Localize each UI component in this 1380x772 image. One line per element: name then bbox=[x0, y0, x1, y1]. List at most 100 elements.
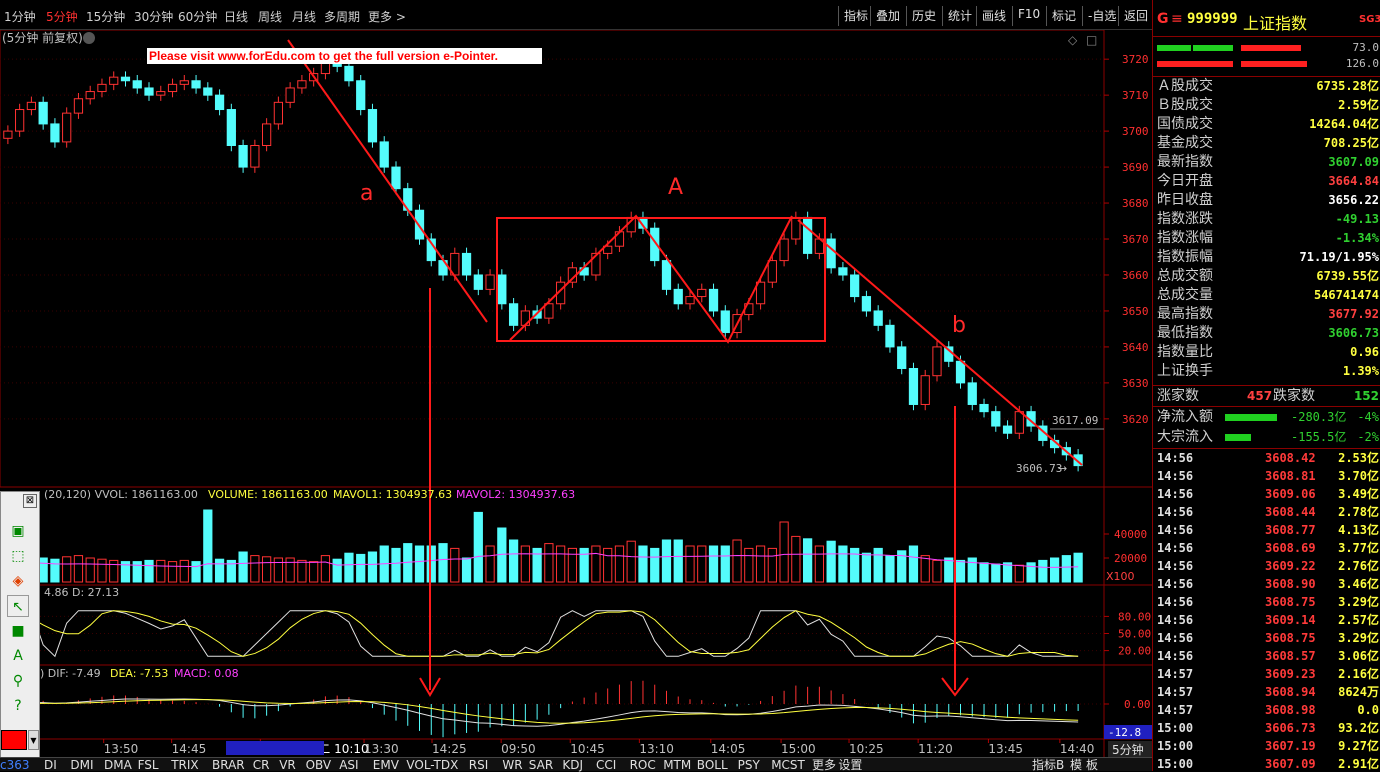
stat-label: 最低指数 bbox=[1157, 325, 1213, 341]
toolbar-button-4[interactable]: 画线 bbox=[976, 6, 1011, 26]
tick-time: 14:56 bbox=[1157, 595, 1194, 609]
indicator-tab-21[interactable]: MCST bbox=[771, 758, 805, 772]
candle-body bbox=[85, 91, 95, 100]
candle-body bbox=[955, 360, 966, 384]
volume-bar bbox=[626, 540, 636, 583]
indicator-tab-4[interactable]: TRIX bbox=[171, 758, 198, 772]
stat-label: 指数涨幅 bbox=[1157, 230, 1213, 246]
indicator-tab-19[interactable]: BOLL bbox=[697, 758, 728, 772]
text-tool-icon[interactable]: A bbox=[7, 645, 29, 667]
toolbar-button-2[interactable]: 历史 bbox=[906, 6, 941, 26]
indicator-tab-2[interactable]: DMA bbox=[104, 758, 132, 772]
indicator-tab-1[interactable]: DMI bbox=[70, 758, 93, 772]
stat-label: 指数涨跌 bbox=[1157, 211, 1213, 227]
volume-bar bbox=[744, 547, 754, 583]
indicator-tab-22[interactable]: 更多 bbox=[812, 758, 836, 772]
panel-expand-icon[interactable]: □ bbox=[1086, 33, 1097, 47]
indicator-tab-14[interactable]: SAR bbox=[529, 758, 553, 772]
palette-close-icon[interactable]: ⊠ bbox=[23, 494, 37, 508]
fill-rect-icon[interactable]: ■ bbox=[7, 620, 29, 642]
volume-bar bbox=[273, 557, 283, 583]
tick-price: 3608.94 bbox=[1265, 685, 1316, 699]
indicator-tab-0[interactable]: DI bbox=[44, 758, 57, 772]
indicator-tab-5[interactable]: BRAR bbox=[212, 758, 245, 772]
trend-line-a[interactable] bbox=[287, 39, 488, 323]
tick-time: 14:56 bbox=[1157, 541, 1194, 555]
indicator-tab-15[interactable]: KDJ bbox=[562, 758, 583, 772]
logo-icon: G bbox=[1157, 11, 1169, 27]
candle-body bbox=[226, 109, 236, 146]
zoom-icon[interactable]: ⚲ bbox=[7, 670, 29, 692]
candle-body bbox=[179, 80, 189, 85]
indicator-tab-7[interactable]: VR bbox=[279, 758, 296, 772]
volume-bar bbox=[638, 545, 648, 583]
indicator-tab-10[interactable]: EMV bbox=[373, 758, 399, 772]
template-tab-0[interactable]: 指标B bbox=[1032, 758, 1064, 772]
arrow-tool-icon[interactable]: ↖ bbox=[7, 595, 29, 617]
menu-icon[interactable]: ≡ bbox=[1171, 11, 1183, 27]
period-tab-6[interactable]: 周线 bbox=[258, 8, 282, 25]
indicator-tab-20[interactable]: PSY bbox=[738, 758, 760, 772]
chart-area: 3620 3630 3640 3650 3660 3670 3680 3690 3700 3710… bbox=[0, 29, 1152, 758]
period-tab-7[interactable]: 月线 bbox=[292, 8, 316, 25]
indicator-tab-8[interactable]: OBV bbox=[306, 758, 332, 772]
candle-body bbox=[932, 346, 942, 377]
indicator-tab-17[interactable]: ROC bbox=[630, 758, 656, 772]
toolbar-button-1[interactable]: 叠加 bbox=[870, 6, 905, 26]
template-tab-1[interactable]: 模 bbox=[1070, 758, 1082, 772]
stat-value: 3664.84 bbox=[1328, 174, 1379, 188]
indicator-tab-23[interactable]: 设置 bbox=[838, 758, 862, 772]
period-tab-3[interactable]: 30分钟 bbox=[134, 8, 173, 25]
stat-label: Ａ股成交 bbox=[1157, 78, 1213, 94]
period-tab-1[interactable]: 5分钟 bbox=[46, 8, 78, 25]
volume-bar bbox=[697, 545, 707, 583]
volume-bar bbox=[438, 543, 448, 583]
period-badge[interactable]: 5分钟 bbox=[1112, 742, 1144, 757]
period-tab-4[interactable]: 60分钟 bbox=[178, 8, 217, 25]
main-title-dropdown-icon[interactable] bbox=[83, 32, 95, 44]
stat-row-15: 上证换手 1.39% bbox=[1153, 362, 1380, 381]
trend-line-b[interactable] bbox=[797, 219, 1083, 466]
period-tab-0[interactable]: 1分钟 bbox=[4, 8, 36, 25]
select-rect-icon[interactable]: ⬚ bbox=[7, 545, 29, 567]
volume-bar bbox=[873, 547, 883, 583]
index-name: 上证指数 bbox=[1243, 14, 1308, 33]
color-swatch[interactable] bbox=[1, 730, 27, 750]
period-tab-9[interactable]: 更多 > bbox=[368, 8, 406, 25]
chart-svg: 3620 3630 3640 3650 3660 3670 3680 3690 3700 3710… bbox=[0, 29, 1152, 758]
indicator-tab-12[interactable]: RSI bbox=[469, 758, 489, 772]
tick-volume: 2.57亿 bbox=[1338, 613, 1379, 627]
color-dropdown-icon[interactable]: ▼ bbox=[28, 730, 39, 750]
toolbar-button-7[interactable]: -自选 bbox=[1082, 6, 1121, 26]
tick-price: 3608.90 bbox=[1265, 577, 1316, 591]
toolbar-button-0[interactable]: 指标 bbox=[838, 6, 873, 26]
indicator-tab-9[interactable]: ASI bbox=[339, 758, 358, 772]
strength-value-1: 73.0 bbox=[1352, 41, 1380, 54]
zigzag-A[interactable] bbox=[509, 214, 793, 344]
toolbar-button-8[interactable]: 返回 bbox=[1118, 6, 1153, 26]
help-icon[interactable]: ? bbox=[7, 695, 29, 717]
indicator-tab-3[interactable]: FSL bbox=[138, 758, 159, 772]
toolbar-button-5[interactable]: F10 bbox=[1012, 6, 1045, 26]
diamond-icon[interactable]: ◇ bbox=[1068, 33, 1078, 47]
toolbar-button-3[interactable]: 统计 bbox=[942, 6, 977, 26]
volume-bar bbox=[579, 547, 589, 583]
candle-body bbox=[885, 324, 895, 348]
volume-bar bbox=[650, 547, 660, 583]
indicator-tab-6[interactable]: CR bbox=[253, 758, 270, 772]
time-highlight-box bbox=[226, 741, 324, 755]
toolbar-button-6[interactable]: 标记 bbox=[1046, 6, 1081, 26]
stat-value: 708.25亿 bbox=[1323, 136, 1379, 150]
color-tool-icon[interactable]: ◈ bbox=[7, 570, 29, 592]
template-tab-2[interactable]: 板 bbox=[1086, 758, 1098, 772]
indicator-tab-13[interactable]: WR bbox=[502, 758, 522, 772]
tick-row: 14:57 3609.23 2.16亿 bbox=[1153, 665, 1380, 683]
period-tab-2[interactable]: 15分钟 bbox=[86, 8, 125, 25]
screen-tool-icon[interactable]: ▣ bbox=[7, 520, 29, 542]
indicator-tab-18[interactable]: MTM bbox=[663, 758, 691, 772]
period-tab-8[interactable]: 多周期 bbox=[324, 8, 360, 25]
period-tab-5[interactable]: 日线 bbox=[224, 8, 248, 25]
indicator-tab-11[interactable]: VOL-TDX bbox=[406, 758, 458, 772]
tick-time: 14:56 bbox=[1157, 487, 1194, 501]
indicator-tab-16[interactable]: CCI bbox=[596, 758, 616, 772]
